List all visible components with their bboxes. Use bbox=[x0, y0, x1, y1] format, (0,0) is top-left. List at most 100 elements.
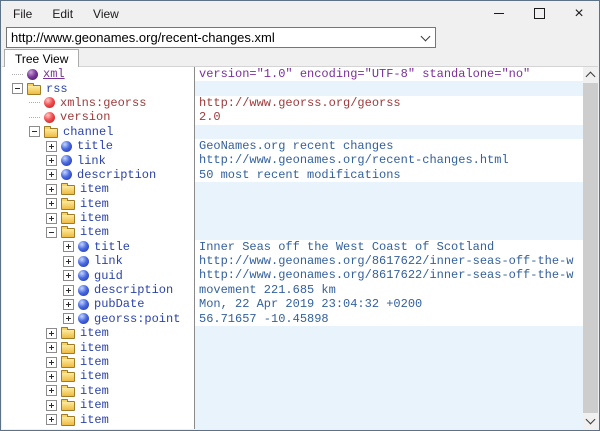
expand-toggle-icon[interactable] bbox=[46, 213, 57, 224]
tree-row[interactable]: rss bbox=[2, 81, 194, 95]
tree-row[interactable]: guid bbox=[2, 268, 194, 282]
expand-toggle-icon[interactable] bbox=[46, 198, 57, 209]
collapse-toggle-icon[interactable] bbox=[12, 83, 23, 94]
tree-node-label: item bbox=[80, 355, 109, 369]
tree-row[interactable]: item bbox=[2, 225, 194, 239]
chevron-down-icon bbox=[586, 415, 596, 425]
minimize-button[interactable] bbox=[479, 1, 519, 26]
tree-node-label: item bbox=[80, 398, 109, 412]
element-sphere-icon bbox=[61, 141, 72, 152]
value-row bbox=[195, 81, 583, 95]
value-row: http://www.geonames.org/8617622/inner-se… bbox=[195, 254, 583, 268]
maximize-button[interactable] bbox=[519, 1, 559, 26]
tree-node-label: xml bbox=[43, 67, 65, 81]
collapse-toggle-icon[interactable] bbox=[46, 227, 57, 238]
value-text: Inner Seas off the West Coast of Scotlan… bbox=[199, 240, 494, 254]
folder-icon bbox=[61, 387, 75, 397]
xml-declaration-icon bbox=[27, 69, 38, 80]
tree-row[interactable]: description bbox=[2, 283, 194, 297]
element-sphere-icon bbox=[78, 270, 89, 281]
tree-row[interactable]: item bbox=[2, 340, 194, 354]
expand-toggle-icon[interactable] bbox=[46, 357, 57, 368]
attribute-sphere-icon bbox=[44, 112, 55, 123]
collapse-toggle-icon[interactable] bbox=[29, 126, 40, 137]
tree-row[interactable]: title bbox=[2, 240, 194, 254]
expand-toggle-icon[interactable] bbox=[63, 313, 74, 324]
expand-toggle-icon[interactable] bbox=[46, 414, 57, 425]
folder-icon bbox=[61, 358, 75, 368]
menu-item-file[interactable]: File bbox=[9, 4, 36, 24]
value-row bbox=[195, 412, 583, 426]
folder-icon bbox=[61, 344, 75, 354]
value-row: Inner Seas off the West Coast of Scotlan… bbox=[195, 240, 583, 254]
values-panel: version="1.0" encoding="UTF-8" standalon… bbox=[195, 67, 583, 429]
tree-row[interactable]: link bbox=[2, 153, 194, 167]
url-input[interactable] bbox=[7, 30, 415, 45]
expand-toggle-icon[interactable] bbox=[63, 285, 74, 296]
value-row: http://www.geonames.org/8617622/inner-se… bbox=[195, 268, 583, 282]
tree-row[interactable]: item bbox=[2, 355, 194, 369]
scroll-thumb[interactable] bbox=[583, 83, 598, 413]
combo-dropdown-button[interactable] bbox=[415, 28, 435, 47]
expand-toggle-icon[interactable] bbox=[46, 184, 57, 195]
menu-item-edit[interactable]: Edit bbox=[48, 4, 77, 24]
tree-row[interactable]: pubDate bbox=[2, 297, 194, 311]
value-text: http://www.georss.org/georss bbox=[199, 96, 401, 110]
tree-row[interactable]: item bbox=[2, 398, 194, 412]
expand-toggle-icon[interactable] bbox=[46, 371, 57, 382]
tree-row[interactable]: link bbox=[2, 254, 194, 268]
tree-row[interactable]: item bbox=[2, 412, 194, 426]
scroll-down-button[interactable] bbox=[583, 413, 598, 429]
expand-toggle-icon[interactable] bbox=[63, 256, 74, 267]
tree-row[interactable]: version bbox=[2, 110, 194, 124]
tree-row[interactable]: channel bbox=[2, 125, 194, 139]
element-sphere-icon bbox=[78, 299, 89, 310]
expand-toggle-icon[interactable] bbox=[46, 400, 57, 411]
value-row: 56.71657 -10.45898 bbox=[195, 312, 583, 326]
tree-row[interactable]: description bbox=[2, 168, 194, 182]
value-row: version="1.0" encoding="UTF-8" standalon… bbox=[195, 67, 583, 81]
tree-row[interactable]: georss:point bbox=[2, 312, 194, 326]
tree-node-label: title bbox=[94, 240, 130, 254]
value-row bbox=[195, 326, 583, 340]
window-controls: × bbox=[479, 1, 599, 26]
scroll-up-button[interactable] bbox=[583, 67, 598, 83]
menu-bar: File Edit View × bbox=[1, 1, 599, 26]
tree-row[interactable]: xmlns:georss bbox=[2, 96, 194, 110]
tree-node-label: version bbox=[60, 110, 110, 124]
tree-node-label: link bbox=[94, 254, 123, 268]
expand-toggle-icon[interactable] bbox=[46, 141, 57, 152]
expand-toggle-icon[interactable] bbox=[46, 169, 57, 180]
close-button[interactable]: × bbox=[559, 1, 599, 26]
tree-row[interactable]: item bbox=[2, 211, 194, 225]
tree-node-label: item bbox=[80, 197, 109, 211]
chevron-down-icon bbox=[420, 31, 430, 41]
tree-node-label: item bbox=[80, 413, 109, 427]
tab-tree-view[interactable]: Tree View bbox=[4, 49, 79, 67]
tree-row[interactable]: item bbox=[2, 384, 194, 398]
value-row: http://www.georss.org/georss bbox=[195, 96, 583, 110]
expand-toggle-icon[interactable] bbox=[46, 328, 57, 339]
folder-icon bbox=[44, 128, 58, 138]
app-window: File Edit View × Tree View xmlrssxmlns:g… bbox=[0, 0, 600, 431]
tree-row[interactable]: item bbox=[2, 182, 194, 196]
vertical-scrollbar[interactable] bbox=[583, 67, 598, 429]
expand-toggle-icon[interactable] bbox=[63, 241, 74, 252]
expand-toggle-icon[interactable] bbox=[63, 270, 74, 281]
expand-toggle-icon[interactable] bbox=[46, 155, 57, 166]
expand-toggle-icon[interactable] bbox=[46, 385, 57, 396]
tree-row[interactable]: xml bbox=[2, 67, 194, 81]
element-sphere-icon bbox=[78, 313, 89, 324]
menu-item-view[interactable]: View bbox=[89, 4, 123, 24]
value-text: 56.71657 -10.45898 bbox=[199, 312, 329, 326]
folder-icon bbox=[61, 200, 75, 210]
tab-strip: Tree View bbox=[2, 48, 598, 66]
tree-node-label: georss:point bbox=[94, 312, 180, 326]
expand-toggle-icon[interactable] bbox=[46, 342, 57, 353]
tree-row[interactable]: item bbox=[2, 197, 194, 211]
expand-toggle-icon[interactable] bbox=[63, 299, 74, 310]
tree-row[interactable]: item bbox=[2, 369, 194, 383]
value-row: http://www.geonames.org/recent-changes.h… bbox=[195, 153, 583, 167]
tree-row[interactable]: title bbox=[2, 139, 194, 153]
tree-row[interactable]: item bbox=[2, 326, 194, 340]
